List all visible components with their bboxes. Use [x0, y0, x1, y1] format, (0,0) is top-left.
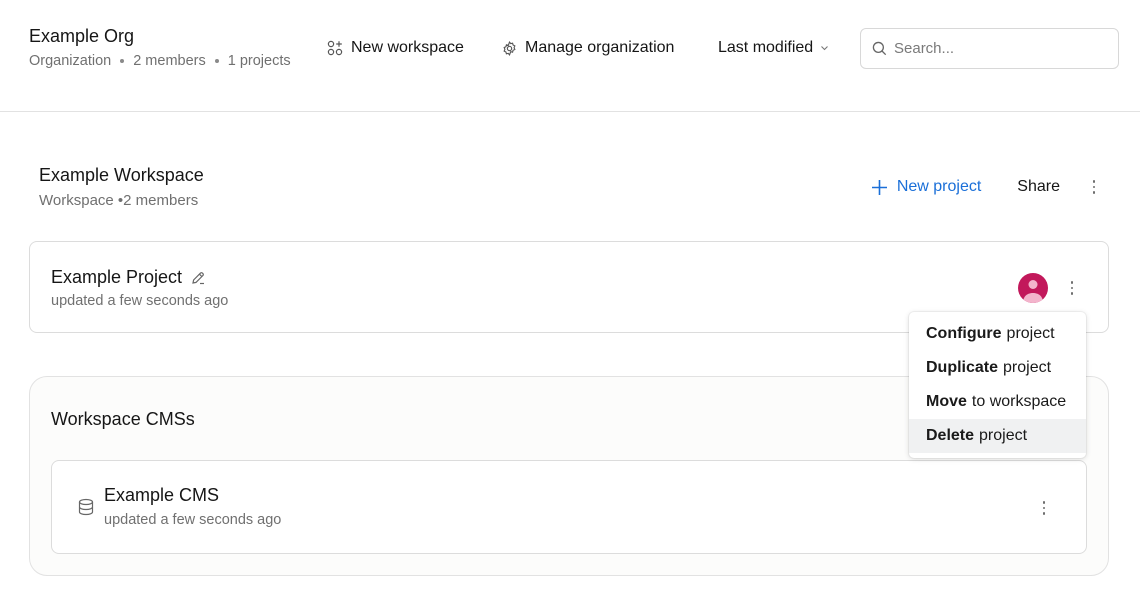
top-bar: Example Org Organization 2 members 1 pro… — [0, 0, 1140, 112]
search-box[interactable] — [860, 28, 1119, 69]
cms-more-options-button[interactable] — [1036, 497, 1052, 519]
project-updated: updated a few seconds ago — [51, 293, 229, 309]
new-project-label: New project — [896, 178, 982, 195]
cms-updated: updated a few seconds ago — [104, 512, 282, 528]
org-projects-count: 1 projects — [227, 53, 291, 69]
gear-icon — [503, 40, 516, 56]
menu-item-move-to-workspace[interactable]: Move to workspace — [909, 385, 1086, 419]
search-input[interactable] — [894, 40, 1094, 57]
menu-item-object: project — [979, 427, 1028, 444]
separator-dot — [214, 59, 219, 63]
separator-dot — [120, 59, 125, 63]
menu-item-configure-project[interactable]: Configure project — [909, 317, 1086, 351]
pencil-icon[interactable] — [190, 270, 206, 286]
menu-item-verb: Move — [926, 393, 967, 410]
org-members-count: 2 members — [133, 53, 206, 69]
project-more-options-button[interactable] — [1064, 277, 1080, 299]
chevron-down-icon — [821, 46, 829, 51]
search-icon — [872, 41, 887, 56]
sort-dropdown[interactable]: Last modified — [718, 36, 829, 60]
new-workspace-label: New workspace — [351, 39, 464, 56]
workspace-more-options-button[interactable] — [1086, 176, 1102, 198]
menu-item-verb: Configure — [926, 325, 1002, 342]
manage-organization-label: Manage organization — [525, 39, 675, 56]
project-context-menu: Configure project Duplicate project Move… — [909, 312, 1086, 458]
cms-card[interactable]: Example CMS updated a few seconds ago — [51, 460, 1087, 554]
org-meta: Organization 2 members 1 projects — [29, 53, 291, 69]
menu-item-object: project — [1003, 359, 1052, 376]
manage-organization-button[interactable]: Manage organization — [502, 36, 674, 60]
project-name: Example Project — [51, 267, 183, 287]
new-project-button[interactable]: New project — [871, 178, 981, 196]
user-icon — [1023, 280, 1043, 303]
workspace-actions: New project Share — [871, 175, 1102, 199]
new-workspace-button[interactable]: New workspace — [327, 36, 464, 60]
menu-item-verb: Delete — [926, 427, 975, 444]
workspace-title: Example Workspace — [39, 165, 204, 185]
sort-label: Last modified — [718, 39, 814, 56]
org-title: Example Org — [29, 26, 135, 46]
menu-item-delete-project[interactable]: Delete project — [909, 419, 1086, 453]
menu-item-duplicate-project[interactable]: Duplicate project — [909, 351, 1086, 385]
project-name-row: Example Project — [51, 267, 206, 288]
avatar[interactable] — [1018, 273, 1048, 303]
workspace-meta: Workspace •2 members — [39, 192, 199, 209]
menu-item-object: to workspace — [971, 393, 1067, 410]
menu-item-verb: Duplicate — [926, 359, 999, 376]
org-type: Organization — [29, 53, 112, 69]
menu-item-object: project — [1006, 325, 1055, 342]
database-icon — [78, 498, 94, 516]
cms-name: Example CMS — [104, 485, 220, 505]
plus-icon — [871, 179, 887, 195]
cms-section-heading: Workspace CMSs — [51, 409, 195, 429]
share-button[interactable]: Share — [1017, 178, 1060, 196]
new-workspace-icon — [327, 40, 343, 56]
